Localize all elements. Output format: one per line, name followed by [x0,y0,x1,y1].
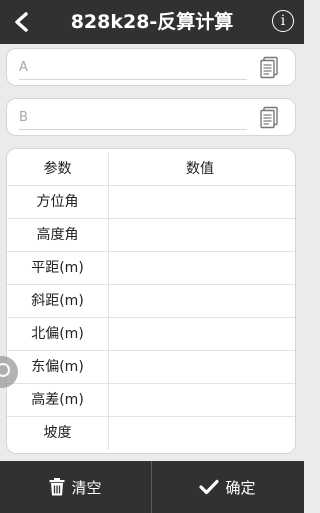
value-cell [110,285,290,318]
param-label: 东偏(m) [7,351,109,384]
point-a-input[interactable] [19,55,247,80]
back-button[interactable] [6,6,38,38]
param-label: 斜距(m) [7,285,109,318]
param-label: 方位角 [7,186,109,219]
table-row: 方位角 [7,186,295,219]
info-button[interactable]: i [272,10,294,32]
clear-button[interactable]: 清空 [0,461,151,513]
document-icon [260,106,278,129]
confirm-button[interactable]: 确定 [152,461,303,513]
info-icon: i [280,13,286,29]
table-row: 坡度 [7,417,295,450]
table-row: 北偏(m) [7,318,295,351]
value-cell [110,384,290,417]
value-cell [110,417,290,450]
param-label: 坡度 [7,417,109,450]
table-row: 东偏(m) [7,351,295,384]
page-title: 828k28-反算计算 [70,11,234,33]
value-cell [110,318,290,351]
point-a-card [6,48,296,86]
param-label: 北偏(m) [7,318,109,351]
table-row: 平距(m) [7,252,295,285]
title-bar: 828k28-反算计算 i [0,0,304,44]
confirm-label: 确定 [225,478,256,497]
point-a-picker-button[interactable] [259,56,281,80]
point-b-input[interactable] [19,105,247,130]
value-cell [110,219,290,252]
value-cell [110,186,290,219]
table-row: 高度角 [7,219,295,252]
param-column-header: 参数 [7,153,109,186]
param-label: 平距(m) [7,252,109,285]
point-b-picker-button[interactable] [259,106,281,130]
trash-icon [49,478,65,496]
table-row: 斜距(m) [7,285,295,318]
value-column-header: 数值 [186,161,214,177]
value-cell [110,252,290,285]
table-header-row: 参数 数值 [7,153,295,186]
point-b-card [6,98,296,136]
table-row: 高差(m) [7,384,295,417]
result-table: 参数 数值 方位角 高度角 平距(m) 斜距(m) 北偏(m) 东偏(m) 高差… [6,148,296,454]
checkmark-icon [199,479,220,495]
bottom-action-bar: 清空 确定 [0,461,304,513]
param-label: 高度角 [7,219,109,252]
value-cell [110,351,290,384]
clear-label: 清空 [71,478,102,497]
param-label: 高差(m) [7,384,109,417]
document-icon [260,56,278,79]
chevron-left-icon [15,12,28,32]
